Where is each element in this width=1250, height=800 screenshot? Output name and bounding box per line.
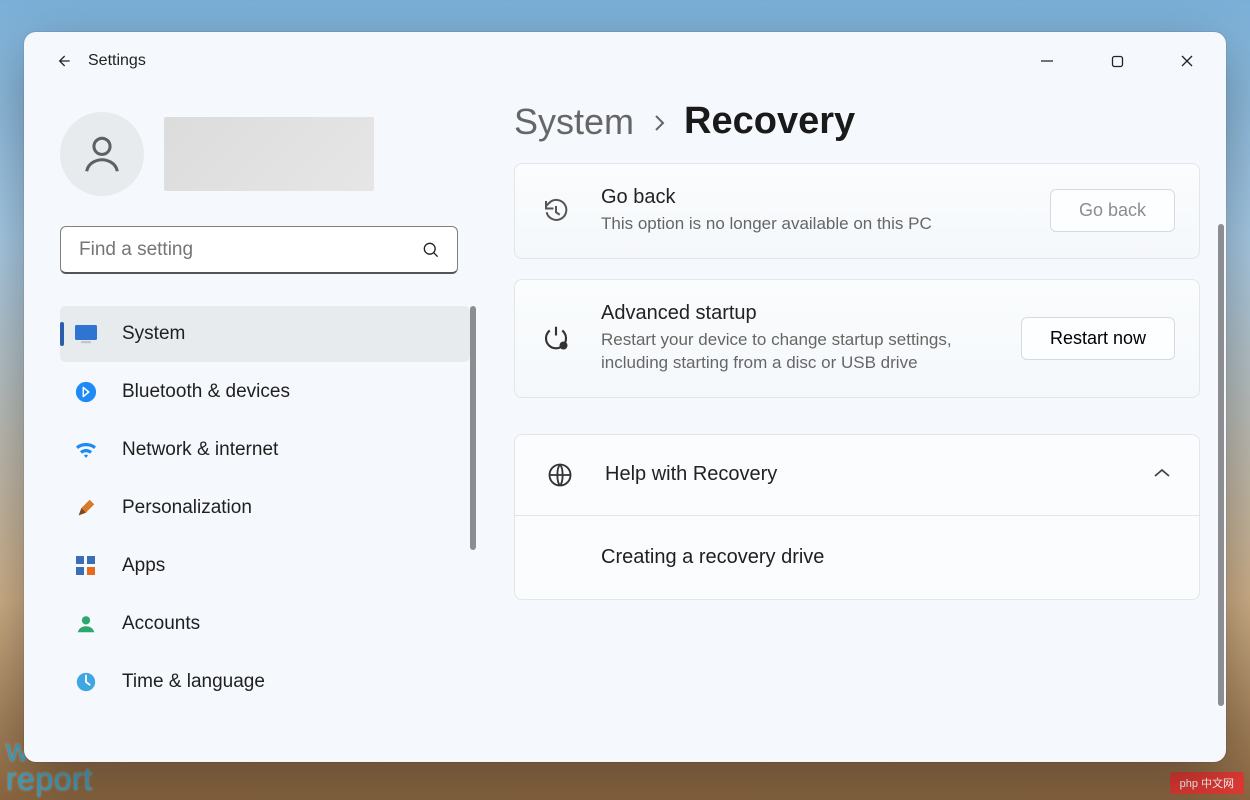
watermark-line: report [6, 765, 132, 794]
maximize-button[interactable] [1082, 32, 1152, 90]
help-title: Help with Recovery [605, 463, 1125, 486]
sidebar: System Bluetooth & devices Network & int… [24, 90, 484, 762]
user-name-redacted [164, 117, 374, 191]
wifi-icon [74, 438, 98, 462]
help-expander: Help with Recovery Creating a recovery d… [514, 434, 1200, 600]
minimize-icon [1040, 54, 1054, 68]
help-link-recovery-drive[interactable]: Creating a recovery drive [515, 516, 1199, 599]
maximize-icon [1111, 55, 1124, 68]
avatar [60, 112, 144, 196]
goback-desc: This option is no longer available on th… [601, 213, 981, 236]
window-controls [1012, 32, 1222, 90]
nav-label: Accounts [122, 613, 200, 635]
nav-label: Personalization [122, 497, 252, 519]
nav-bluetooth[interactable]: Bluetooth & devices [60, 364, 470, 420]
nav-label: Bluetooth & devices [122, 381, 290, 403]
nav-list: System Bluetooth & devices Network & int… [60, 306, 470, 710]
nav-system[interactable]: System [60, 306, 470, 362]
chevron-up-icon [1153, 466, 1171, 484]
nav-time-language[interactable]: Time & language [60, 654, 470, 710]
person-icon [79, 131, 125, 177]
power-gear-icon [539, 323, 573, 353]
advanced-startup-card: Advanced startup Restart your device to … [514, 279, 1200, 398]
nav-label: Network & internet [122, 439, 278, 461]
goback-title: Go back [601, 186, 1022, 209]
breadcrumb-current: Recovery [684, 100, 855, 143]
nav-label: System [122, 323, 185, 345]
goback-button: Go back [1050, 189, 1175, 232]
display-icon [74, 322, 98, 346]
clock-globe-icon [74, 670, 98, 694]
globe-icon [543, 461, 577, 489]
app-title: Settings [88, 52, 146, 70]
search-box[interactable] [60, 226, 458, 274]
chevron-right-icon [652, 113, 666, 139]
back-arrow-icon [53, 51, 73, 71]
minimize-button[interactable] [1012, 32, 1082, 90]
nav-accounts[interactable]: Accounts [60, 596, 470, 652]
breadcrumb-parent[interactable]: System [514, 101, 634, 143]
nav-apps[interactable]: Apps [60, 538, 470, 594]
goback-card: Go back This option is no longer availab… [514, 163, 1200, 259]
nav-label: Apps [122, 555, 165, 577]
nav-network[interactable]: Network & internet [60, 422, 470, 478]
search-icon [421, 240, 441, 260]
close-icon [1180, 54, 1194, 68]
advanced-desc: Restart your device to change startup se… [601, 329, 981, 375]
nav-personalization[interactable]: Personalization [60, 480, 470, 536]
sidebar-scrollbar[interactable] [470, 306, 476, 550]
nav-label: Time & language [122, 671, 265, 693]
close-button[interactable] [1152, 32, 1222, 90]
back-button[interactable] [44, 51, 82, 71]
paintbrush-icon [74, 496, 98, 520]
titlebar: Settings [24, 32, 1226, 90]
user-profile[interactable] [60, 112, 470, 196]
history-icon [539, 196, 573, 226]
restart-now-button[interactable]: Restart now [1021, 317, 1175, 360]
main-content: System Recovery Go back This option is n… [484, 90, 1226, 762]
search-input[interactable] [77, 238, 421, 262]
accounts-icon [74, 612, 98, 636]
settings-window: Settings [24, 32, 1226, 762]
content-scrollbar[interactable] [1218, 224, 1224, 706]
bluetooth-icon [74, 380, 98, 404]
desktop-wallpaper: windows report php 中文网 Settings [0, 0, 1250, 800]
help-header[interactable]: Help with Recovery [515, 435, 1199, 516]
advanced-title: Advanced startup [601, 302, 993, 325]
site-badge: php 中文网 [1170, 772, 1244, 794]
breadcrumb: System Recovery [514, 100, 1200, 143]
apps-icon [74, 554, 98, 578]
